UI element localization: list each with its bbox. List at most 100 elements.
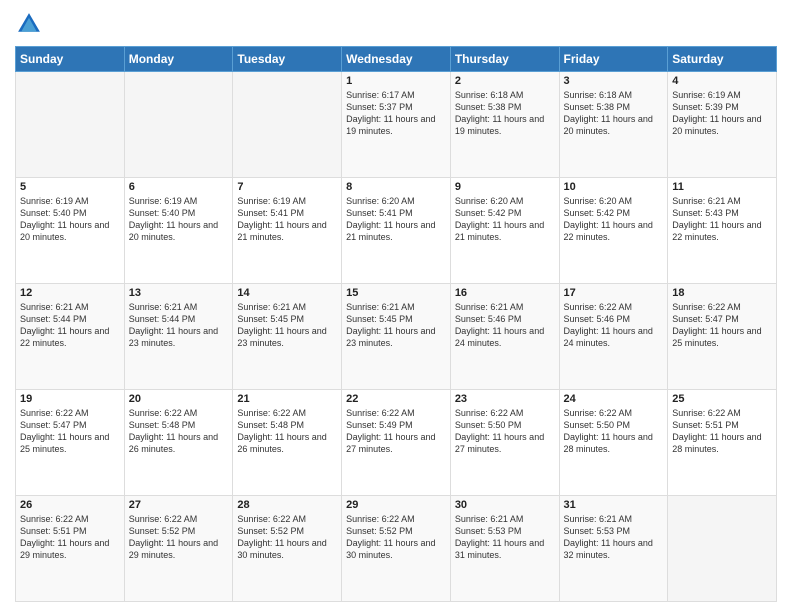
day-number: 29: [346, 499, 446, 511]
logo: [15, 10, 47, 38]
calendar-day-header: Wednesday: [342, 47, 451, 72]
calendar-table: SundayMondayTuesdayWednesdayThursdayFrid…: [15, 46, 777, 602]
day-number: 22: [346, 393, 446, 405]
calendar-day-cell: 11Sunrise: 6:21 AM Sunset: 5:43 PM Dayli…: [668, 178, 777, 284]
calendar-day-cell: 31 Sunrise: 6:21 AM Sunset: 5:53 PM Dayli…: [559, 496, 668, 602]
calendar-day-cell: 15 Sunrise: 6:21 AM Sunset: 5:45 PM Dayli…: [342, 284, 451, 390]
calendar-day-header: Monday: [124, 47, 233, 72]
day-number: 12: [20, 287, 120, 299]
day-info: Sunrise: 6:17 AM Sunset: 5:37 PM Dayligh…: [346, 89, 446, 138]
calendar-day-cell: 5Sunrise: 6:19 AM Sunset: 5:40 PM Daylig…: [16, 178, 125, 284]
calendar-day-cell: 6 Sunrise: 6:19 AM Sunset: 5:40 PM Daylig…: [124, 178, 233, 284]
day-info: Sunrise: 6:19 AM Sunset: 5:40 PM Dayligh…: [129, 195, 229, 244]
day-info: Sunrise: 6:22 AM Sunset: 5:48 PM Dayligh…: [237, 407, 337, 456]
calendar-day-cell: 26Sunrise: 6:22 AM Sunset: 5:51 PM Dayli…: [16, 496, 125, 602]
day-number: 31: [564, 499, 664, 511]
day-info: Sunrise: 6:22 AM Sunset: 5:47 PM Dayligh…: [672, 301, 772, 350]
calendar-day-cell: 2 Sunrise: 6:18 AM Sunset: 5:38 PM Daylig…: [450, 72, 559, 178]
day-info: Sunrise: 6:20 AM Sunset: 5:42 PM Dayligh…: [455, 195, 555, 244]
day-number: 14: [237, 287, 337, 299]
day-number: 17: [564, 287, 664, 299]
day-number: 15: [346, 287, 446, 299]
calendar-day-header: Thursday: [450, 47, 559, 72]
calendar-day-cell: 18 Sunrise: 6:22 AM Sunset: 5:47 PM Dayli…: [668, 284, 777, 390]
calendar-day-cell: [233, 72, 342, 178]
calendar-day-cell: 4 Sunrise: 6:19 AM Sunset: 5:39 PM Daylig…: [668, 72, 777, 178]
day-number: 9: [455, 181, 555, 193]
calendar-day-cell: 16 Sunrise: 6:21 AM Sunset: 5:46 PM Dayli…: [450, 284, 559, 390]
day-number: 18: [672, 287, 772, 299]
day-number: 1: [346, 75, 446, 87]
calendar-day-cell: 21 Sunrise: 6:22 AM Sunset: 5:48 PM Dayli…: [233, 390, 342, 496]
day-number: 20: [129, 393, 229, 405]
day-info: Sunrise: 6:21 AM Sunset: 5:53 PM Dayligh…: [564, 513, 664, 562]
calendar-day-cell: 1 Sunrise: 6:17 AM Sunset: 5:37 PM Daylig…: [342, 72, 451, 178]
day-number: 2: [455, 75, 555, 87]
calendar-week-row: 26Sunrise: 6:22 AM Sunset: 5:51 PM Dayli…: [16, 496, 777, 602]
day-info: Sunrise: 6:20 AM Sunset: 5:41 PM Dayligh…: [346, 195, 446, 244]
day-info: Sunrise: 6:22 AM Sunset: 5:47 PM Dayligh…: [20, 407, 120, 456]
day-info: Sunrise: 6:21 AM Sunset: 5:46 PM Dayligh…: [455, 301, 555, 350]
calendar-day-cell: 20 Sunrise: 6:22 AM Sunset: 5:48 PM Dayli…: [124, 390, 233, 496]
day-number: 24: [564, 393, 664, 405]
calendar-week-row: 5 Sunrise: 6:19 AM Sunset: 5:40 PM Daylig…: [16, 178, 777, 284]
day-number: 3: [564, 75, 664, 87]
calendar-day-cell: 28Sunrise: 6:22 AM Sunset: 5:52 PM Dayli…: [233, 496, 342, 602]
calendar-day-cell: 12Sunrise: 6:21 AM Sunset: 5:44 PM Dayli…: [16, 284, 125, 390]
day-number: 10: [564, 181, 664, 193]
day-number: 16: [455, 287, 555, 299]
calendar-day-cell: 23 Sunrise: 6:22 AM Sunset: 5:50 PM Dayli…: [450, 390, 559, 496]
calendar-day-header: Saturday: [668, 47, 777, 72]
day-number: 27: [129, 499, 229, 511]
calendar-day-cell: 24Sunrise: 6:22 AM Sunset: 5:50 PM Dayli…: [559, 390, 668, 496]
day-number: 4: [672, 75, 772, 87]
day-info: Sunrise: 6:19 AM Sunset: 5:39 PM Dayligh…: [672, 89, 772, 138]
header: [15, 10, 777, 38]
calendar-day-cell: 19 Sunrise: 6:22 AM Sunset: 5:47 PM Dayli…: [16, 390, 125, 496]
day-number: 13: [129, 287, 229, 299]
day-info: Sunrise: 6:21 AM Sunset: 5:53 PM Dayligh…: [455, 513, 555, 562]
day-number: 21: [237, 393, 337, 405]
day-info: Sunrise: 6:22 AM Sunset: 5:52 PM Dayligh…: [237, 513, 337, 562]
calendar-week-row: 12 Sunrise: 6:21 AM Sunset: 5:44 PM Dayli…: [16, 284, 777, 390]
day-info: Sunrise: 6:18 AM Sunset: 5:38 PM Dayligh…: [455, 89, 555, 138]
day-number: 19: [20, 393, 120, 405]
day-info: Sunrise: 6:22 AM Sunset: 5:51 PM Dayligh…: [672, 407, 772, 456]
day-number: 11: [672, 181, 772, 193]
day-number: 5: [20, 181, 120, 193]
day-info: Sunrise: 6:18 AM Sunset: 5:38 PM Dayligh…: [564, 89, 664, 138]
day-number: 25: [672, 393, 772, 405]
calendar-day-cell: [124, 72, 233, 178]
calendar-day-cell: 17Sunrise: 6:22 AM Sunset: 5:46 PM Dayli…: [559, 284, 668, 390]
day-info: Sunrise: 6:22 AM Sunset: 5:49 PM Dayligh…: [346, 407, 446, 456]
calendar-day-header: Sunday: [16, 47, 125, 72]
day-info: Sunrise: 6:21 AM Sunset: 5:45 PM Dayligh…: [346, 301, 446, 350]
calendar-day-header: Friday: [559, 47, 668, 72]
calendar-day-cell: 10 Sunrise: 6:20 AM Sunset: 5:42 PM Dayli…: [559, 178, 668, 284]
day-info: Sunrise: 6:21 AM Sunset: 5:44 PM Dayligh…: [129, 301, 229, 350]
day-number: 6: [129, 181, 229, 193]
day-info: Sunrise: 6:22 AM Sunset: 5:52 PM Dayligh…: [346, 513, 446, 562]
calendar-day-cell: 7Sunrise: 6:19 AM Sunset: 5:41 PM Daylig…: [233, 178, 342, 284]
day-number: 8: [346, 181, 446, 193]
day-number: 23: [455, 393, 555, 405]
calendar-week-row: 19 Sunrise: 6:22 AM Sunset: 5:47 PM Dayli…: [16, 390, 777, 496]
calendar-day-cell: [668, 496, 777, 602]
calendar-day-cell: 25 Sunrise: 6:22 AM Sunset: 5:51 PM Dayli…: [668, 390, 777, 496]
calendar-day-cell: [16, 72, 125, 178]
calendar-day-cell: 22 Sunrise: 6:22 AM Sunset: 5:49 PM Dayli…: [342, 390, 451, 496]
day-number: 26: [20, 499, 120, 511]
day-info: Sunrise: 6:21 AM Sunset: 5:45 PM Dayligh…: [237, 301, 337, 350]
day-number: 30: [455, 499, 555, 511]
day-number: 7: [237, 181, 337, 193]
calendar-week-row: 1 Sunrise: 6:17 AM Sunset: 5:37 PM Daylig…: [16, 72, 777, 178]
page: SundayMondayTuesdayWednesdayThursdayFrid…: [0, 0, 792, 612]
calendar-day-cell: 30 Sunrise: 6:21 AM Sunset: 5:53 PM Dayli…: [450, 496, 559, 602]
day-info: Sunrise: 6:20 AM Sunset: 5:42 PM Dayligh…: [564, 195, 664, 244]
calendar-day-header: Tuesday: [233, 47, 342, 72]
calendar-day-cell: 29 Sunrise: 6:22 AM Sunset: 5:52 PM Dayli…: [342, 496, 451, 602]
calendar-day-cell: 14 Sunrise: 6:21 AM Sunset: 5:45 PM Dayli…: [233, 284, 342, 390]
day-info: Sunrise: 6:22 AM Sunset: 5:50 PM Dayligh…: [455, 407, 555, 456]
day-info: Sunrise: 6:22 AM Sunset: 5:48 PM Dayligh…: [129, 407, 229, 456]
calendar-day-cell: 3 Sunrise: 6:18 AM Sunset: 5:38 PM Daylig…: [559, 72, 668, 178]
